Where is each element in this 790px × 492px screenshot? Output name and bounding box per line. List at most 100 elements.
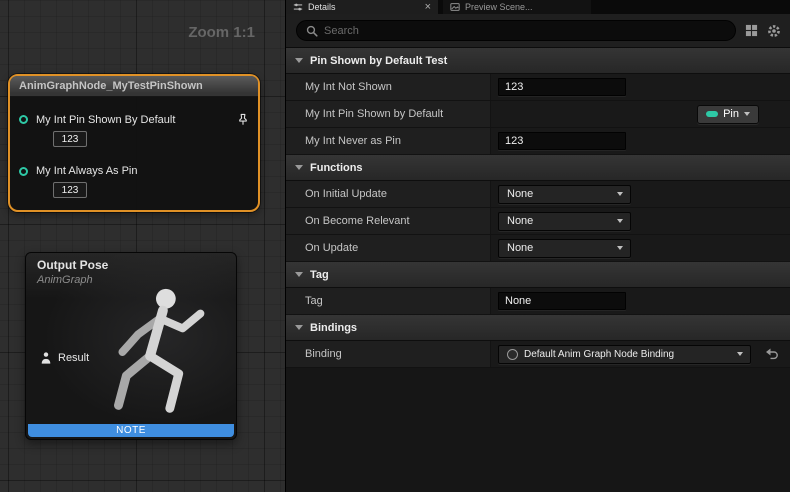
tab-preview-scene[interactable]: Preview Scene...: [443, 0, 591, 14]
category-title: Functions: [310, 162, 363, 174]
property-name: Binding: [286, 341, 491, 367]
chevron-down-icon: [617, 192, 623, 196]
node-title: Output Pose: [37, 258, 108, 272]
property-name: My Int Not Shown: [286, 74, 491, 100]
pin-button-label: Pin: [723, 108, 739, 120]
property-value: Default Anim Graph Node Binding: [491, 341, 790, 367]
category-functions[interactable]: Functions: [286, 155, 790, 181]
pin-icon: [706, 111, 718, 117]
chevron-down-icon: [295, 165, 303, 170]
property-value: None: [491, 235, 790, 261]
property-label: My Int Never as Pin: [305, 135, 401, 147]
unreal-editor-window: Zoom 1:1 AnimGraphNode_MyTestPinShown My…: [0, 0, 790, 492]
gear-icon[interactable]: [767, 24, 781, 38]
mannequin-figure: [80, 277, 230, 435]
category-bindings[interactable]: Bindings: [286, 315, 790, 341]
note-bar[interactable]: NOTE: [28, 424, 234, 437]
property-row-on-become-relevant: On Become Relevant None: [286, 208, 790, 235]
property-row-my-int-never-as-pin: My Int Never as Pin: [286, 128, 790, 155]
chevron-down-icon: [295, 58, 303, 63]
tag-input[interactable]: [498, 292, 626, 310]
property-label: My Int Pin Shown by Default: [305, 108, 443, 120]
node-header[interactable]: AnimGraphNode_MyTestPinShown: [10, 76, 258, 97]
preview-scene-tab-icon: [450, 2, 460, 12]
on-initial-update-dropdown[interactable]: None: [498, 185, 631, 204]
chevron-down-icon: [617, 246, 623, 250]
details-tab-icon: [293, 2, 303, 12]
pin-value-box[interactable]: 123: [53, 182, 87, 198]
pin-row: My Int Pin Shown By Default: [10, 113, 258, 126]
property-name: On Update: [286, 235, 491, 261]
node-output-pose[interactable]: Output Pose AnimGraph Result NOTE: [25, 252, 237, 440]
property-value: None: [491, 181, 790, 207]
property-label: On Initial Update: [305, 188, 387, 200]
property-value: None: [491, 208, 790, 234]
pin-dropdown-button[interactable]: Pin: [697, 105, 759, 124]
property-row-my-int-not-shown: My Int Not Shown: [286, 74, 790, 101]
int-pin-icon[interactable]: [19, 115, 28, 124]
animgraph-canvas[interactable]: Zoom 1:1 AnimGraphNode_MyTestPinShown My…: [0, 0, 285, 492]
details-empty-area: [286, 368, 790, 492]
property-name: My Int Never as Pin: [286, 128, 491, 154]
category-tag[interactable]: Tag: [286, 262, 790, 288]
search-icon: [306, 25, 318, 37]
property-row-on-initial-update: On Initial Update None: [286, 181, 790, 208]
pin-value-box[interactable]: 123: [53, 131, 87, 147]
node-subtitle: AnimGraph: [37, 274, 93, 286]
category-pin-shown-by-default-test[interactable]: Pin Shown by Default Test: [286, 48, 790, 74]
property-row-tag: Tag: [286, 288, 790, 315]
result-pin-label: Result: [58, 352, 89, 364]
on-update-dropdown[interactable]: None: [498, 239, 631, 258]
reset-to-default-icon[interactable]: [765, 348, 779, 360]
on-become-relevant-dropdown[interactable]: None: [498, 212, 631, 231]
zoom-level-label: Zoom 1:1: [188, 24, 255, 41]
property-row-binding: Binding Default Anim Graph Node Binding: [286, 341, 790, 368]
node-animgraphnode-mytestpinshown[interactable]: AnimGraphNode_MyTestPinShown My Int Pin …: [8, 74, 260, 212]
property-value: Pin: [491, 101, 790, 127]
int-pin-icon[interactable]: [19, 167, 28, 176]
search-input[interactable]: [324, 25, 726, 37]
property-name: On Initial Update: [286, 181, 491, 207]
chevron-down-icon: [295, 272, 303, 277]
pin-thumbtack-icon[interactable]: [237, 113, 249, 126]
result-pin[interactable]: Result: [41, 352, 89, 364]
property-label: Tag: [305, 295, 323, 307]
my-int-never-as-pin-input[interactable]: [498, 132, 626, 150]
chevron-down-icon: [744, 112, 750, 116]
property-name: On Become Relevant: [286, 208, 491, 234]
details-panel: Details × Preview Scene...: [285, 0, 790, 492]
chevron-down-icon: [737, 352, 743, 356]
dropdown-value: None: [507, 188, 533, 200]
my-int-not-shown-input[interactable]: [498, 78, 626, 96]
property-label: Binding: [305, 348, 342, 360]
category-title: Bindings: [310, 322, 357, 334]
pin-label: My Int Always As Pin: [36, 165, 137, 177]
property-row-on-update: On Update None: [286, 235, 790, 262]
property-label: On Become Relevant: [305, 215, 410, 227]
property-name: My Int Pin Shown by Default: [286, 101, 491, 127]
dropdown-value: Default Anim Graph Node Binding: [524, 349, 674, 360]
pin-label: My Int Pin Shown By Default: [36, 114, 175, 126]
category-title: Tag: [310, 269, 329, 281]
property-value: [491, 288, 790, 314]
tab-bar: Details × Preview Scene...: [286, 0, 790, 14]
node-title: AnimGraphNode_MyTestPinShown: [19, 80, 203, 92]
binding-class-icon: [507, 349, 518, 360]
chevron-down-icon: [295, 325, 303, 330]
search-row: [286, 14, 790, 48]
tab-label: Details: [308, 2, 336, 12]
chevron-down-icon: [617, 219, 623, 223]
binding-dropdown[interactable]: Default Anim Graph Node Binding: [498, 345, 751, 364]
property-value: [491, 74, 790, 100]
tab-details[interactable]: Details ×: [286, 0, 438, 14]
pin-row: My Int Always As Pin: [10, 165, 258, 177]
property-value: [491, 128, 790, 154]
tab-label: Preview Scene...: [465, 2, 533, 12]
property-row-my-int-pin-shown-by-default: My Int Pin Shown by Default Pin: [286, 101, 790, 128]
search-box[interactable]: [296, 20, 736, 41]
close-icon[interactable]: ×: [425, 2, 431, 13]
category-title: Pin Shown by Default Test: [310, 55, 447, 67]
person-icon: [41, 352, 51, 364]
property-matrix-icon[interactable]: [745, 24, 758, 37]
property-label: My Int Not Shown: [305, 81, 392, 93]
